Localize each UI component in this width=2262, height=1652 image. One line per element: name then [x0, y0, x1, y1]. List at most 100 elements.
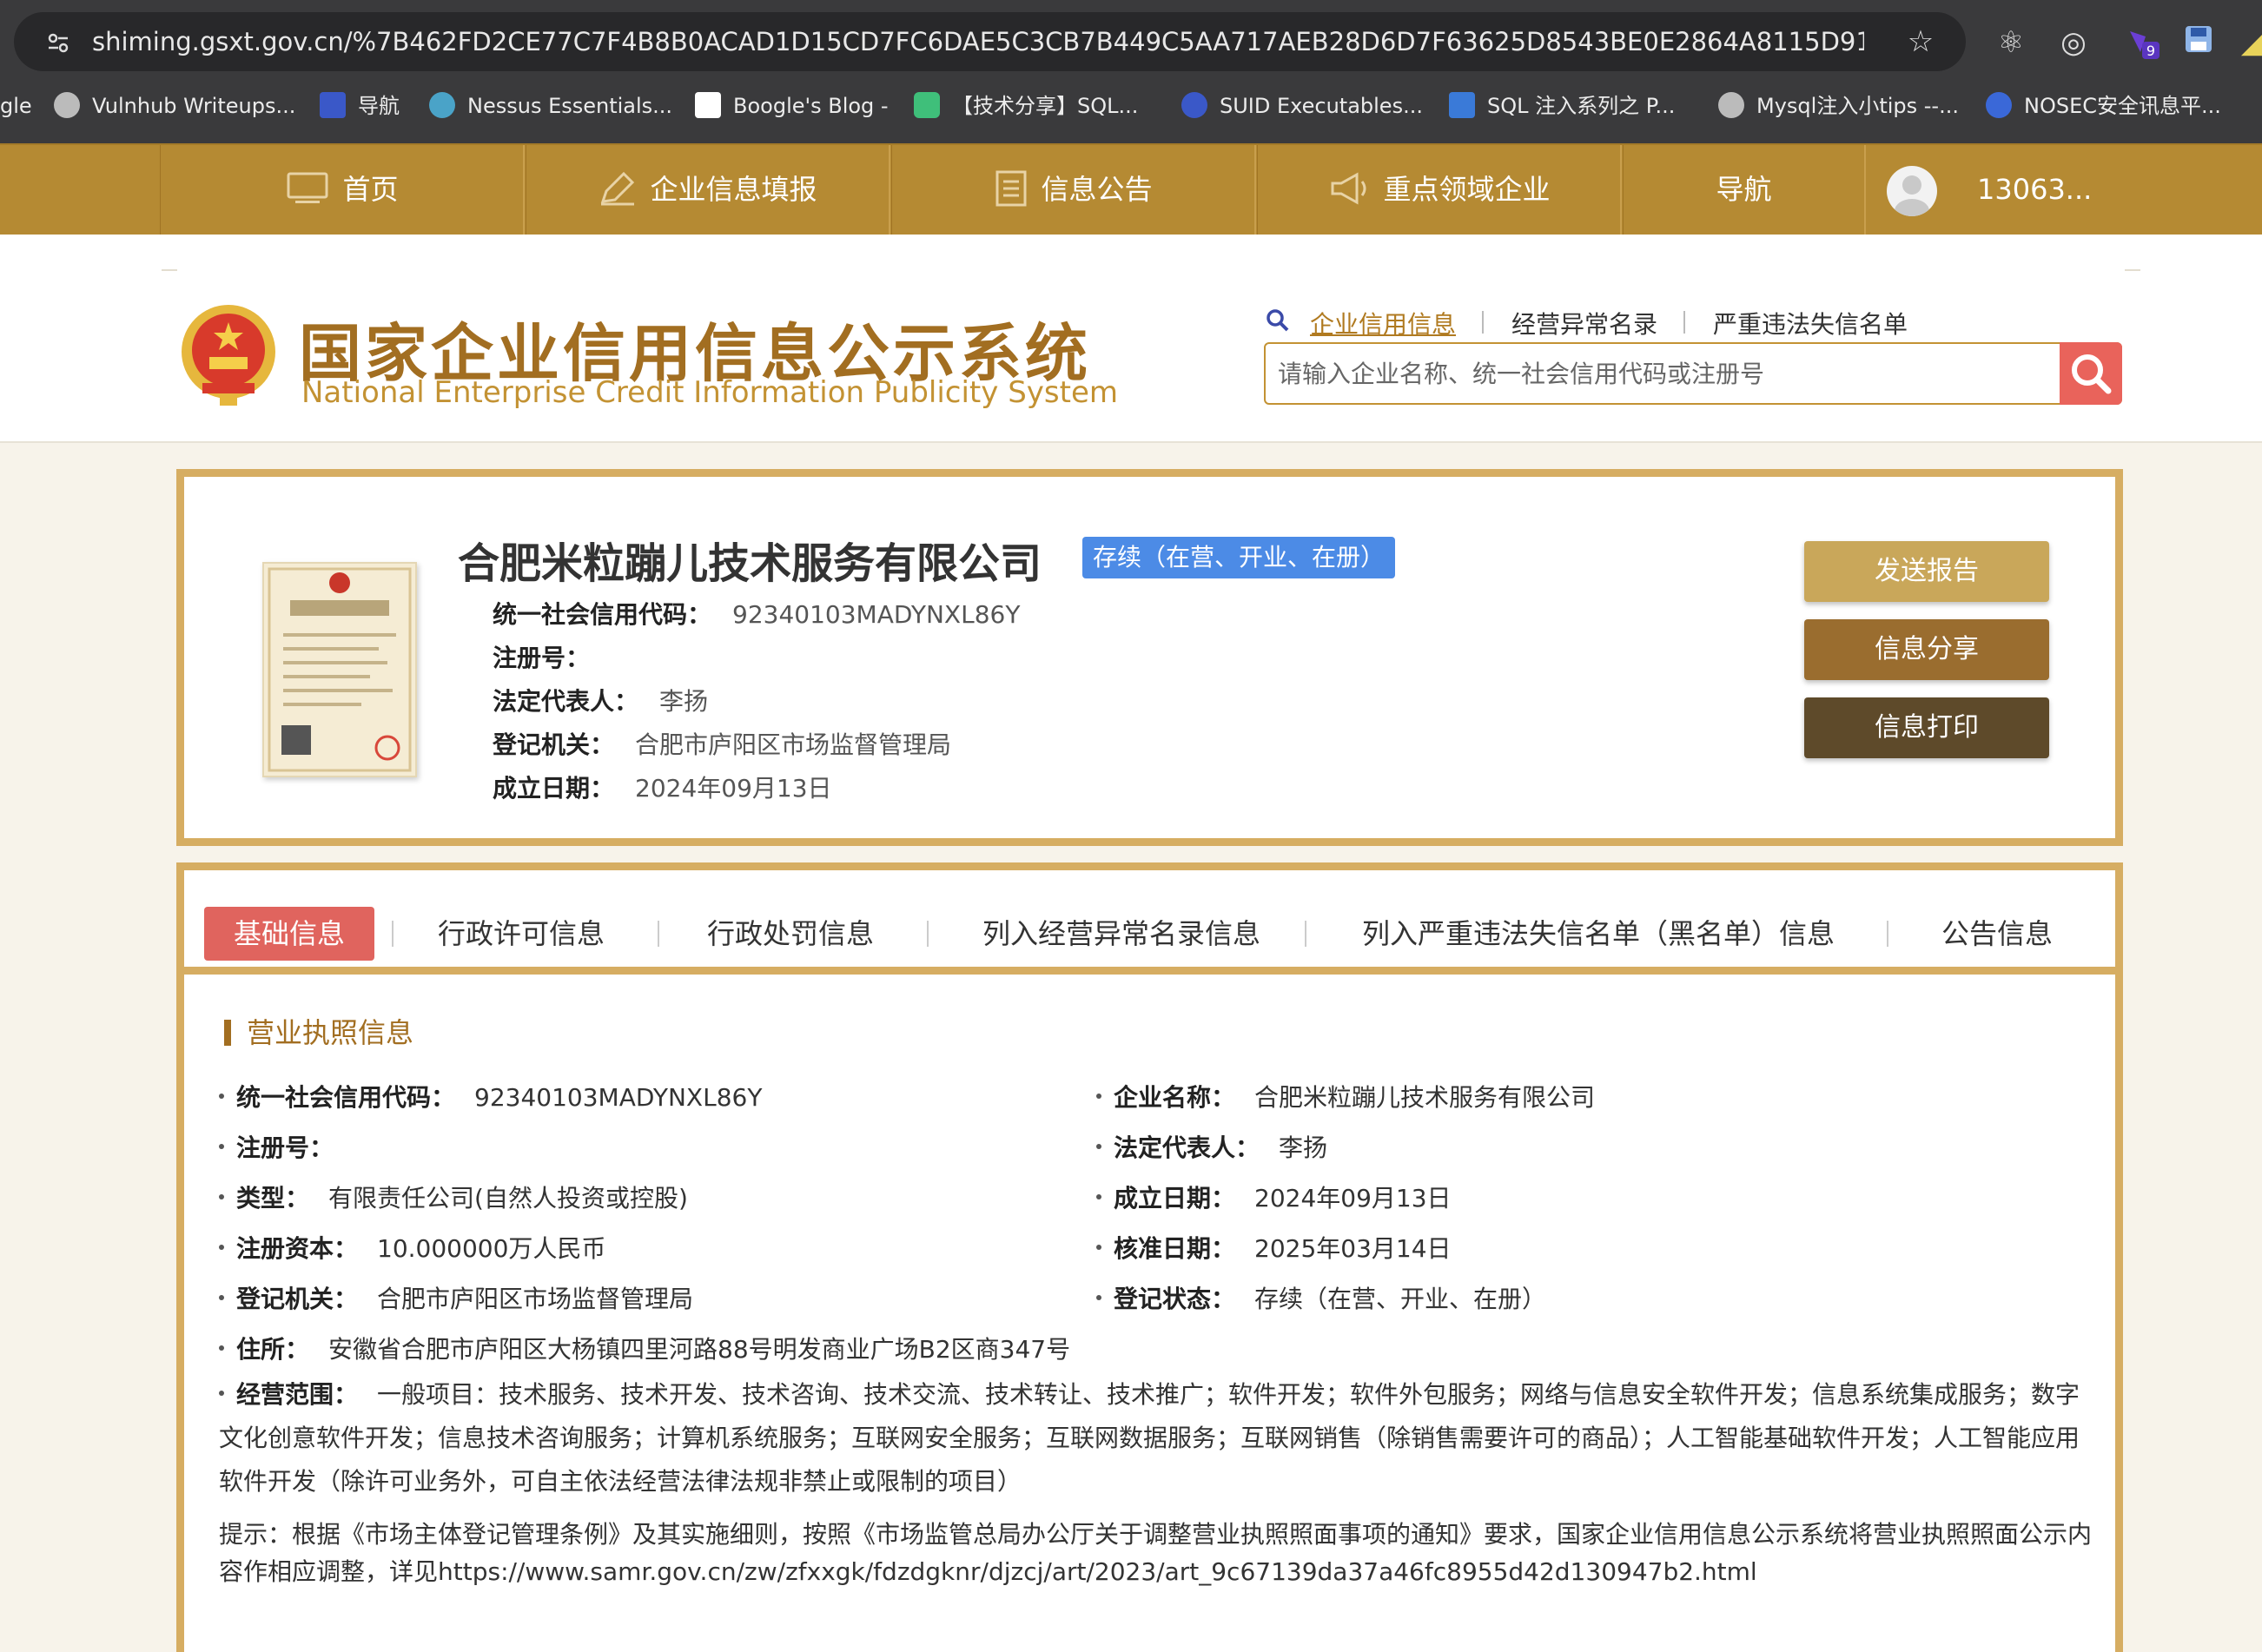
bookmark-item[interactable]: Mysql注入小tips --...	[1718, 85, 1959, 127]
print-info-button[interactable]: 信息打印	[1804, 697, 2049, 758]
site-header: 国家企业信用信息公示系统 National Enterprise Credit …	[0, 235, 2262, 443]
info-label: 成立日期：	[493, 774, 615, 803]
tab-basic-info[interactable]: 基础信息	[204, 907, 374, 961]
bookmark-item[interactable]: gle	[0, 85, 32, 127]
bookmark-label: Vulnhub Writeups...	[92, 94, 296, 118]
info-row-reg-no: 注册号：	[493, 639, 611, 674]
section-title: 营业执照信息	[224, 1019, 413, 1047]
business-license-image	[268, 567, 412, 772]
header-divider	[162, 269, 177, 271]
tab-announcements[interactable]: 公告信息	[1941, 907, 2053, 961]
user-name[interactable]: 13063...	[1977, 145, 2092, 235]
react-devtools-icon[interactable]: ⚛	[1991, 23, 2031, 63]
bookmark-item[interactable]: SUID Executables...	[1181, 85, 1423, 127]
globe-icon	[54, 92, 80, 118]
bookmark-label: 【技术分享】SQL...	[952, 94, 1139, 118]
tab-divider	[658, 921, 659, 947]
field-credit-code: 统一社会信用代码： 92340103MADYNXL86Y	[219, 1079, 762, 1113]
bookmark-item[interactable]: 导航	[320, 85, 400, 127]
field-capital: 注册资本： 10.000000万人民币	[219, 1230, 605, 1265]
tab-abnormal-list[interactable]: 列入经营异常名录信息	[982, 907, 1260, 961]
bullet	[219, 1391, 224, 1396]
info-row-authority: 登记机关： 合肥市庐阳区市场监督管理局	[493, 726, 951, 761]
tab-admin-penalty[interactable]: 行政处罚信息	[707, 907, 874, 961]
info-row-credit-code: 统一社会信用代码： 92340103MADYNXL86Y	[493, 596, 1020, 631]
site-info-icon[interactable]	[45, 30, 71, 56]
bookmark-label: SQL 注入系列之 P...	[1487, 94, 1676, 118]
bullet	[219, 1345, 224, 1351]
bookmark-item[interactable]: SQL 注入系列之 P...	[1449, 85, 1675, 127]
header-divider	[2125, 269, 2140, 271]
search-tab-credit[interactable]: 企业信用信息	[1310, 306, 1456, 340]
share-info-button[interactable]: 信息分享	[1804, 619, 2049, 680]
info-label: 统一社会信用代码：	[493, 600, 712, 629]
bullet	[219, 1144, 224, 1149]
field-label: 法定代表人：	[1114, 1133, 1260, 1162]
info-label: 登记机关：	[493, 730, 615, 759]
search-input[interactable]	[1278, 344, 2051, 403]
bookmark-item[interactable]: NOSEC安全讯息平...	[1986, 85, 2221, 127]
bullet	[1096, 1144, 1101, 1149]
bookmark-item[interactable]: 【技术分享】SQL...	[914, 85, 1138, 127]
search-button[interactable]	[2060, 342, 2122, 405]
bullet	[219, 1194, 224, 1199]
nav-announcements[interactable]: 信息公告	[891, 145, 1256, 235]
national-emblem-icon	[182, 305, 275, 406]
send-report-button[interactable]: 发送报告	[1804, 541, 2049, 602]
tab-divider	[1887, 921, 1888, 947]
status-badge: 存续（在营、开业、在册）	[1082, 537, 1396, 578]
nav-home[interactable]: 首页	[160, 145, 525, 235]
field-value: 合肥米粒蹦儿技术服务有限公司	[1254, 1083, 1596, 1112]
tab-blacklist[interactable]: 列入严重违法失信名单（黑名单）信息	[1362, 907, 1835, 961]
field-approved: 核准日期： 2025年03月14日	[1096, 1230, 1452, 1265]
company-summary-card: 合肥米粒蹦儿技术服务有限公司 存续（在营、开业、在册） 统一社会信用代码： 923…	[176, 469, 2123, 846]
business-license-thumbnail[interactable]	[262, 562, 417, 777]
extension-badge-icon[interactable]: 9	[2123, 23, 2163, 63]
bookmark-item[interactable]: Boogle's Blog -	[695, 85, 889, 127]
bookmarks-bar: gle Vulnhub Writeups... 导航 Nessus Essent…	[0, 85, 2262, 127]
tab-divider	[392, 921, 394, 947]
search-tab-blacklist[interactable]: 严重违法失信名单	[1713, 306, 1908, 340]
bullet	[219, 1295, 224, 1300]
info-row-legal-rep: 法定代表人： 李扬	[493, 683, 708, 717]
field-founded: 成立日期： 2024年09月13日	[1096, 1180, 1452, 1214]
nav-enterprise-report[interactable]: 企业信息填报	[526, 145, 890, 235]
tab-admin-license[interactable]: 行政许可信息	[438, 907, 605, 961]
field-label: 登记状态：	[1114, 1285, 1236, 1313]
search-tab-abnormal[interactable]: 经营异常名录	[1511, 306, 1657, 340]
target-extension-icon[interactable]: ◎	[2054, 23, 2093, 63]
tab-divider	[927, 921, 929, 947]
avatar[interactable]	[1887, 166, 1937, 216]
pin-extension-icon[interactable]: ◢	[2232, 23, 2262, 63]
info-value: 合肥市庐阳区市场监督管理局	[635, 730, 952, 759]
tab-divider	[1305, 921, 1306, 947]
bookmark-item[interactable]: Nessus Essentials...	[429, 85, 672, 127]
wordpress-icon	[1181, 92, 1207, 118]
info-label: 法定代表人：	[493, 687, 639, 716]
nav-guide[interactable]: 导航	[1623, 145, 1866, 235]
browser-chrome: shiming.gsxt.gov.cn/%7B462FD2CE77C7F4B8B…	[0, 0, 2262, 143]
save-extension-icon[interactable]	[2179, 23, 2219, 63]
field-label: 类型：	[236, 1184, 310, 1213]
info-value: 2024年09月13日	[635, 774, 832, 803]
url-text[interactable]: shiming.gsxt.gov.cn/%7B462FD2CE77C7F4B8B…	[92, 12, 1864, 71]
notice-text: 提示：根据《市场主体登记管理条例》及其实施细则，按照《市场监管总局办公厅关于调整…	[219, 1520, 2093, 1586]
field-address: 住所： 安徽省合肥市庐阳区大杨镇四里河路88号明发商业广场B2区商347号	[219, 1331, 1070, 1365]
blog-icon	[695, 92, 721, 118]
field-label: 住所：	[236, 1335, 310, 1364]
address-bar[interactable]: shiming.gsxt.gov.cn/%7B462FD2CE77C7F4B8B…	[14, 12, 1966, 71]
bookmark-star-icon[interactable]: ☆	[1903, 24, 1938, 59]
field-type: 类型： 有限责任公司(自然人投资或控股)	[219, 1180, 688, 1214]
search-box	[1264, 342, 2122, 405]
field-value: 有限责任公司(自然人投资或控股)	[328, 1184, 688, 1213]
nav-label: 首页	[342, 173, 399, 206]
bookmark-item[interactable]: Vulnhub Writeups...	[54, 85, 295, 127]
field-label: 企业名称：	[1114, 1083, 1236, 1112]
article-icon	[914, 92, 940, 118]
nav-key-sectors[interactable]: 重点领域企业	[1257, 145, 1622, 235]
shield-icon	[320, 92, 346, 118]
field-value: 2025年03月14日	[1254, 1234, 1452, 1263]
bullet	[1096, 1295, 1101, 1300]
info-label: 注册号：	[493, 644, 591, 672]
field-label: 注册号：	[236, 1133, 334, 1162]
